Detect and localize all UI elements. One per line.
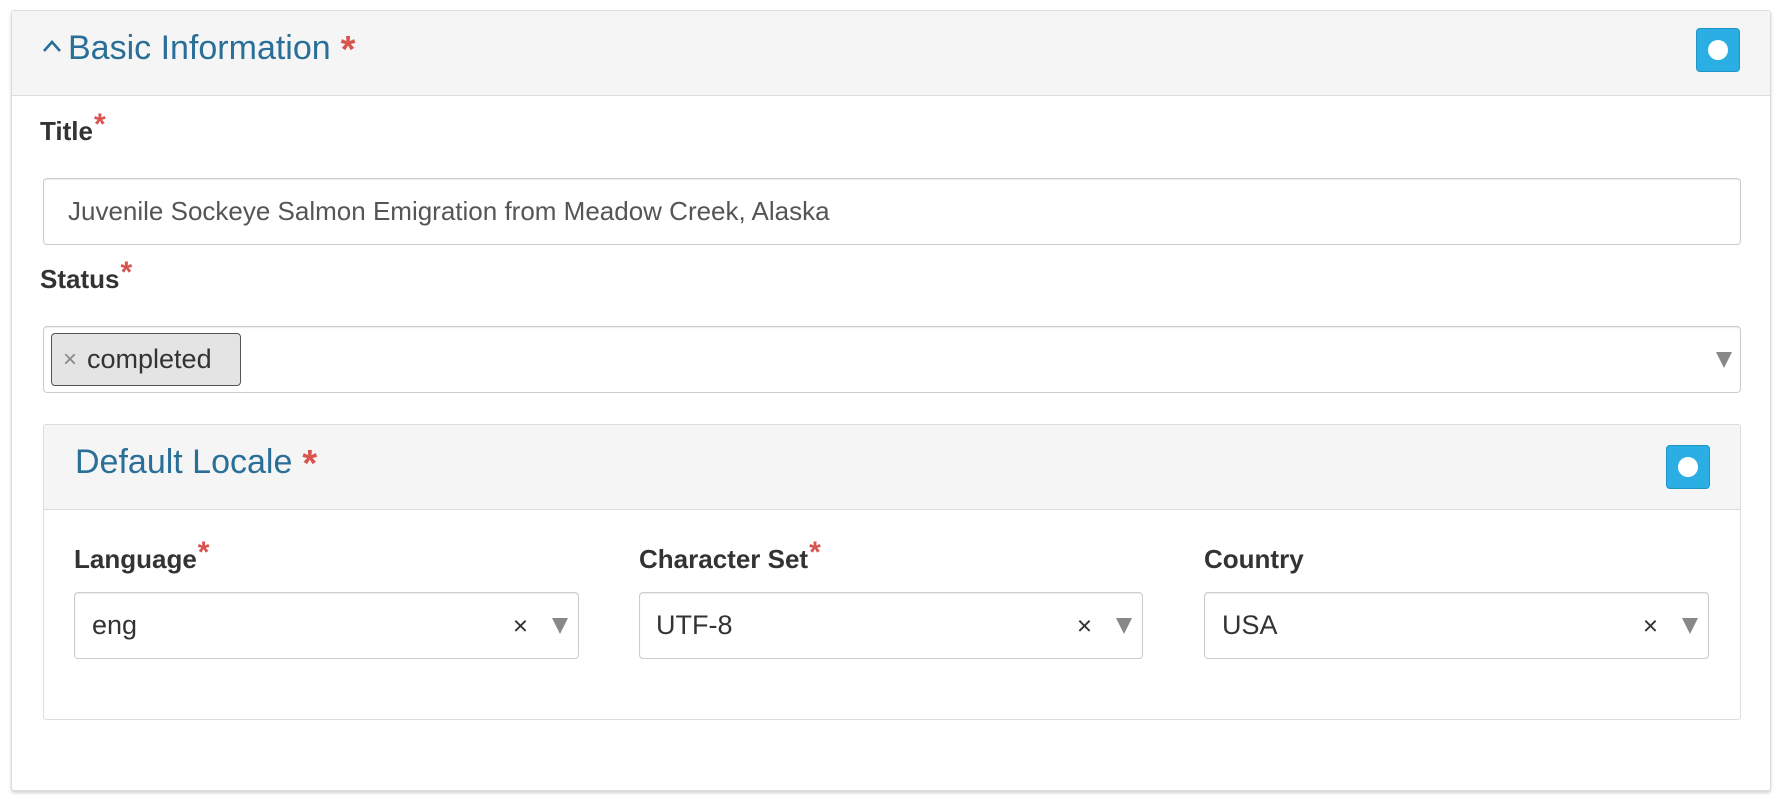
country-select[interactable]: USA × xyxy=(1204,592,1709,659)
title-label: Title * xyxy=(40,110,106,147)
default-locale-panel: Default Locale * Language * eng × Charac… xyxy=(43,424,1741,720)
title-label-text: Title xyxy=(40,116,93,146)
caret-down-icon[interactable] xyxy=(1716,351,1732,368)
required-indicator: * xyxy=(302,443,318,485)
status-tag-label: completed xyxy=(87,344,212,374)
required-indicator: * xyxy=(93,108,106,141)
title-input[interactable] xyxy=(43,178,1741,245)
character-set-label-text: Character Set xyxy=(639,544,809,574)
character-set-label: Character Set * xyxy=(639,538,821,575)
default-locale-title: Default Locale * xyxy=(75,439,317,487)
country-label: Country xyxy=(1204,544,1304,575)
language-label-text: Language xyxy=(74,544,197,574)
character-set-select[interactable]: UTF-8 × xyxy=(639,592,1143,659)
required-indicator: * xyxy=(197,536,210,569)
default-locale-title-text: Default Locale xyxy=(75,443,293,481)
required-indicator: * xyxy=(809,536,821,569)
required-indicator: * xyxy=(120,256,133,289)
circle-toggle-icon xyxy=(1678,457,1698,477)
panel-heading: Basic Information * xyxy=(12,11,1770,96)
section-options-button[interactable] xyxy=(1696,28,1740,72)
language-value: eng xyxy=(92,610,138,640)
status-select[interactable]: × completed xyxy=(43,326,1741,393)
close-icon[interactable]: × xyxy=(1643,610,1658,641)
caret-down-icon[interactable] xyxy=(1116,617,1132,634)
basic-information-panel: Basic Information * Title * Status * × c… xyxy=(11,10,1771,791)
default-locale-heading: Default Locale * xyxy=(44,425,1740,510)
caret-down-icon[interactable] xyxy=(552,617,568,634)
language-label: Language * xyxy=(74,538,209,575)
tag-remove-icon[interactable]: × xyxy=(63,346,77,374)
country-value: USA xyxy=(1222,610,1278,640)
status-label: Status * xyxy=(40,258,132,295)
status-label-text: Status xyxy=(40,264,120,294)
language-select[interactable]: eng × xyxy=(74,592,579,659)
character-set-value: UTF-8 xyxy=(656,610,733,640)
caret-down-icon[interactable] xyxy=(1682,617,1698,634)
country-label-text: Country xyxy=(1204,544,1304,574)
close-icon[interactable]: × xyxy=(1077,610,1092,641)
close-icon[interactable]: × xyxy=(513,610,528,641)
locale-options-button[interactable] xyxy=(1666,445,1710,489)
section-toggle[interactable]: Basic Information * xyxy=(42,25,355,73)
circle-toggle-icon xyxy=(1708,40,1728,60)
chevron-up-icon[interactable] xyxy=(42,39,62,69)
required-indicator: * xyxy=(340,29,356,71)
status-tag: × completed xyxy=(51,333,241,386)
section-title: Basic Information xyxy=(68,29,331,67)
